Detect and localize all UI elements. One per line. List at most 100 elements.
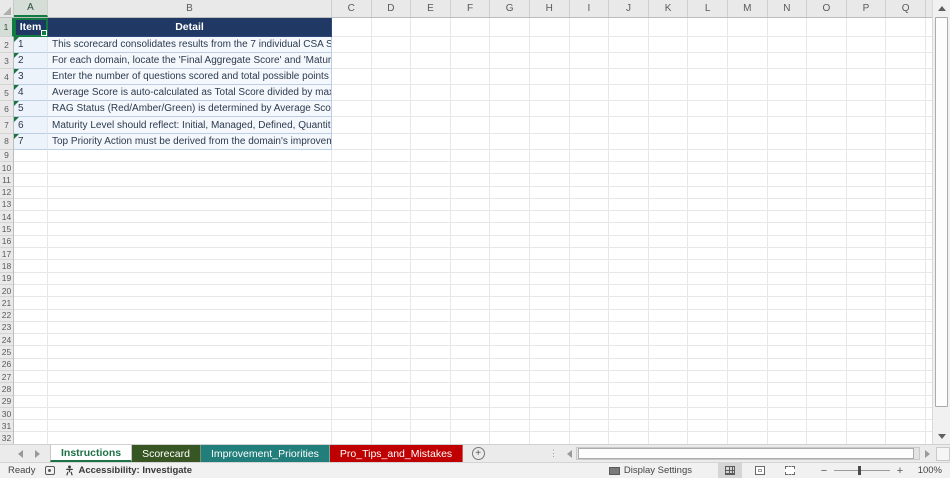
row-header-30[interactable]: 30 xyxy=(0,408,13,421)
cell-p7[interactable] xyxy=(846,117,887,134)
cell-m20[interactable] xyxy=(727,284,768,298)
cell-j30[interactable] xyxy=(609,407,649,421)
cell-h30[interactable] xyxy=(529,407,570,421)
horizontal-scrollbar-track[interactable] xyxy=(576,447,920,460)
tab-resize-handle[interactable]: ⋮ xyxy=(549,448,558,459)
cell-i1[interactable] xyxy=(569,18,610,37)
cell-d14[interactable] xyxy=(371,211,412,224)
cell-m5[interactable] xyxy=(727,85,768,102)
cell-m7[interactable] xyxy=(727,117,768,134)
cell-g11[interactable] xyxy=(490,174,530,187)
cell-p3[interactable] xyxy=(846,53,887,70)
cell-k22[interactable] xyxy=(648,309,689,322)
cell-f10[interactable] xyxy=(450,161,491,175)
cell-q13[interactable] xyxy=(886,198,926,212)
sheet-tab-pro_tips_and_mistakes[interactable]: Pro_Tips_and_Mistakes xyxy=(329,445,464,462)
cell-f19[interactable] xyxy=(450,272,491,285)
scroll-up-button[interactable] xyxy=(933,0,950,16)
cell-k20[interactable] xyxy=(648,284,689,298)
cell-o15[interactable] xyxy=(807,223,847,236)
cell-k19[interactable] xyxy=(648,272,689,285)
row-header-27[interactable]: 27 xyxy=(0,371,13,384)
cell-b12[interactable] xyxy=(48,186,332,199)
cell-f26[interactable] xyxy=(450,358,491,371)
zoom-level[interactable]: 100% xyxy=(912,465,942,476)
row-header-9[interactable]: 9 xyxy=(0,150,13,162)
prev-sheet-button[interactable] xyxy=(18,449,23,458)
column-header-k[interactable]: K xyxy=(649,0,689,17)
cell-c14[interactable] xyxy=(332,211,372,224)
cell-p21[interactable] xyxy=(846,297,887,310)
row-header-7[interactable]: 7 xyxy=(0,117,13,134)
cell-f23[interactable] xyxy=(450,321,491,335)
cell-g21[interactable] xyxy=(490,297,530,310)
cell-p1[interactable] xyxy=(846,18,887,37)
cell-e3[interactable] xyxy=(411,53,451,70)
cell-q1[interactable] xyxy=(886,18,926,37)
row-header-14[interactable]: 14 xyxy=(0,211,13,224)
cell-d19[interactable] xyxy=(371,272,412,285)
cell-o20[interactable] xyxy=(807,284,847,298)
cell-h17[interactable] xyxy=(529,248,570,261)
cell-n24[interactable] xyxy=(767,334,808,347)
cell-b1[interactable]: Detail xyxy=(48,18,332,37)
cell-e13[interactable] xyxy=(411,198,451,212)
cell-i23[interactable] xyxy=(569,321,610,335)
cell-o25[interactable] xyxy=(807,346,847,359)
cell-a21[interactable] xyxy=(14,297,48,310)
cell-f7[interactable] xyxy=(450,117,491,134)
cell-e19[interactable] xyxy=(411,272,451,285)
cell-g17[interactable] xyxy=(490,248,530,261)
cell-d18[interactable] xyxy=(371,260,412,273)
cell-e8[interactable] xyxy=(411,133,451,150)
cell-b24[interactable] xyxy=(48,334,332,347)
cell-k23[interactable] xyxy=(648,321,689,335)
cell-l7[interactable] xyxy=(688,117,728,134)
cell-k7[interactable] xyxy=(648,117,689,134)
cell-k15[interactable] xyxy=(648,223,689,236)
cell-q14[interactable] xyxy=(886,211,926,224)
cell-c5[interactable] xyxy=(332,85,372,102)
cell-g16[interactable] xyxy=(490,235,530,249)
cell-c19[interactable] xyxy=(332,272,372,285)
cell-d23[interactable] xyxy=(371,321,412,335)
cell-k17[interactable] xyxy=(648,248,689,261)
cell-f1[interactable] xyxy=(450,18,491,37)
cell-p10[interactable] xyxy=(846,161,887,175)
column-header-m[interactable]: M xyxy=(728,0,768,17)
column-header-l[interactable]: L xyxy=(688,0,728,17)
row-header-25[interactable]: 25 xyxy=(0,346,13,359)
cell-c26[interactable] xyxy=(332,358,372,371)
cell-c31[interactable] xyxy=(332,420,372,433)
cell-p22[interactable] xyxy=(846,309,887,322)
row-header-31[interactable]: 31 xyxy=(0,420,13,433)
cell-h5[interactable] xyxy=(529,85,570,102)
cell-i25[interactable] xyxy=(569,346,610,359)
cell-o4[interactable] xyxy=(807,69,847,86)
normal-view-button[interactable] xyxy=(718,463,742,478)
cell-a5[interactable]: 4 xyxy=(14,85,48,102)
row-header-28[interactable]: 28 xyxy=(0,383,13,396)
scroll-right-button[interactable] xyxy=(920,446,934,461)
cell-q11[interactable] xyxy=(886,174,926,187)
cell-q8[interactable] xyxy=(886,133,926,150)
cell-n2[interactable] xyxy=(767,37,808,54)
cell-f8[interactable] xyxy=(450,133,491,150)
cell-a26[interactable] xyxy=(14,358,48,371)
cell-b28[interactable] xyxy=(48,383,332,396)
cell-i24[interactable] xyxy=(569,334,610,347)
cell-q24[interactable] xyxy=(886,334,926,347)
cell-g22[interactable] xyxy=(490,309,530,322)
cell-n1[interactable] xyxy=(767,18,808,37)
cell-m13[interactable] xyxy=(727,198,768,212)
cell-h26[interactable] xyxy=(529,358,570,371)
cell-a14[interactable] xyxy=(14,211,48,224)
cell-f17[interactable] xyxy=(450,248,491,261)
cell-e4[interactable] xyxy=(411,69,451,86)
cell-i27[interactable] xyxy=(569,371,610,384)
page-break-view-button[interactable] xyxy=(778,463,802,478)
cell-c8[interactable] xyxy=(332,133,372,150)
cell-b17[interactable] xyxy=(48,248,332,261)
cell-c25[interactable] xyxy=(332,346,372,359)
cell-k27[interactable] xyxy=(648,371,689,384)
